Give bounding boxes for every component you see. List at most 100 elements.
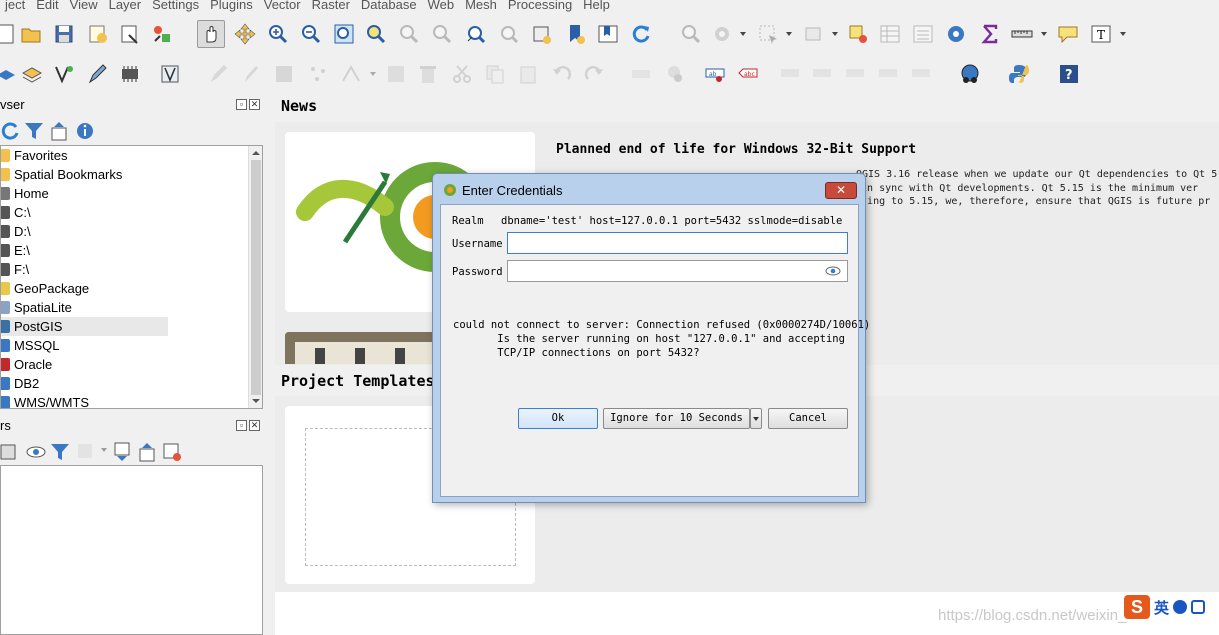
close-panel-icon[interactable]: ✕ (249, 99, 260, 110)
select-features-icon[interactable] (756, 22, 780, 46)
menu-item-processing[interactable]: Processing (503, 0, 578, 14)
ignore-dropdown-button[interactable] (750, 408, 762, 429)
new-map-view-icon[interactable] (530, 22, 554, 46)
show-hide-labels-icon[interactable] (778, 62, 802, 86)
cancel-button[interactable]: Cancel (768, 408, 848, 429)
menu-item-layer[interactable]: Layer (104, 0, 148, 14)
save-edits-icon[interactable] (272, 62, 296, 86)
ignore-button[interactable]: Ignore for 10 Seconds (603, 408, 750, 429)
digitize-toggle-icon[interactable] (158, 62, 182, 86)
browser-item-spatial-bookmarks[interactable]: Spatial Bookmarks (1, 165, 122, 184)
browser-item-spatialite[interactable]: SpatiaLite (1, 298, 72, 317)
undo-icon[interactable] (550, 62, 574, 86)
zoom-out-icon[interactable] (299, 22, 323, 46)
float-panel-icon[interactable]: ▫ (236, 420, 247, 431)
gps-device-icon[interactable] (118, 62, 142, 86)
menu-item-ject[interactable]: ject (0, 0, 31, 14)
add-point-icon[interactable] (306, 62, 330, 86)
browser-item-oracle[interactable]: Oracle (1, 355, 52, 374)
add-vector-layer-icon[interactable] (20, 62, 44, 86)
select-value-dropdown-icon[interactable] (832, 32, 838, 36)
filter-dropdown-icon[interactable] (101, 448, 107, 452)
ime-settings-icon[interactable] (1191, 600, 1206, 614)
menu-item-database[interactable]: Database (356, 0, 423, 14)
style-manager-icon[interactable] (150, 22, 174, 46)
annotation-dropdown-icon[interactable] (1120, 32, 1126, 36)
label-abc-red-icon[interactable]: abc (736, 62, 760, 86)
filter-legend-icon[interactable] (48, 440, 72, 464)
remove-layer-icon[interactable] (160, 440, 184, 464)
dialog-close-button[interactable]: ✕ (825, 182, 857, 199)
measure-dropdown-icon[interactable] (1041, 32, 1047, 36)
open-folder-icon[interactable] (19, 22, 43, 46)
scroll-up-arrow-icon[interactable] (252, 151, 260, 155)
browser-item-postgis[interactable]: PostGIS (1, 317, 168, 336)
scroll-thumb[interactable] (251, 160, 261, 395)
browser-item-favorites[interactable]: Favorites (1, 146, 67, 165)
select-by-value-icon[interactable] (802, 22, 826, 46)
ok-button[interactable]: Ok (518, 408, 598, 429)
pan-hand-icon[interactable] (197, 20, 225, 48)
news-heading[interactable]: Planned end of life for Windows 32-Bit S… (556, 142, 916, 157)
new-shapefile-pen-icon[interactable] (86, 62, 110, 86)
ime-toolbar[interactable]: S 英 (1120, 594, 1210, 620)
actions-dropdown-icon[interactable] (740, 32, 746, 36)
refresh-icon[interactable] (629, 22, 653, 46)
menu-item-settings[interactable]: Settings (147, 0, 205, 14)
move-label-icon[interactable] (810, 62, 834, 86)
vertex-dropdown-icon[interactable] (370, 72, 376, 76)
paste-features-icon[interactable] (516, 62, 540, 86)
browser-scrollbar[interactable] (248, 146, 262, 408)
ime-language[interactable]: 英 (1154, 597, 1169, 618)
sogou-logo-icon[interactable]: S (1124, 595, 1150, 619)
manage-visibility-eye-icon[interactable] (24, 440, 48, 464)
browser-item-e[interactable]: E:\ (1, 241, 30, 260)
print-layout-icon[interactable] (118, 22, 142, 46)
menu-item-edit[interactable]: Edit (31, 0, 64, 14)
close-panel-icon[interactable]: ✕ (249, 420, 260, 431)
layers-tree[interactable] (0, 465, 263, 635)
collapse-all-layers-icon[interactable] (136, 440, 160, 464)
statistics-sigma-icon[interactable] (978, 22, 1002, 46)
deselect-all-icon[interactable] (846, 22, 870, 46)
float-panel-icon[interactable]: ▫ (236, 99, 247, 110)
delete-selected-icon[interactable] (416, 62, 440, 86)
field-calculator-icon[interactable] (911, 22, 935, 46)
copy-features-icon[interactable] (483, 62, 507, 86)
scroll-down-arrow-icon[interactable] (252, 399, 260, 403)
label-tool-icon[interactable] (629, 62, 653, 86)
save-icon[interactable] (52, 22, 76, 46)
save-as-icon[interactable] (86, 22, 110, 46)
show-bookmarks-icon[interactable] (596, 22, 620, 46)
info-icon[interactable] (73, 119, 97, 143)
toggle-editing-icon[interactable] (239, 62, 263, 86)
zoom-native-icon[interactable] (430, 22, 454, 46)
measure-ruler-icon[interactable] (1010, 22, 1034, 46)
zoom-to-layer-icon[interactable] (397, 22, 421, 46)
actions-gear-icon[interactable] (710, 22, 734, 46)
menu-item-web[interactable]: Web (423, 0, 461, 14)
redo-icon[interactable] (582, 62, 606, 86)
menu-item-view[interactable]: View (65, 0, 104, 14)
zoom-full-icon[interactable] (332, 22, 356, 46)
text-annotation-icon[interactable]: T (1089, 22, 1113, 46)
zoom-next-icon[interactable] (497, 22, 521, 46)
username-input[interactable] (507, 232, 848, 254)
menu-item-plugins[interactable]: Plugins (205, 0, 259, 14)
plugins-globe-icon[interactable] (958, 62, 982, 86)
open-layer-styling-icon[interactable] (0, 440, 20, 464)
browser-item-mssql[interactable]: MSSQL (1, 336, 60, 355)
collapse-all-icon[interactable] (48, 119, 72, 143)
pin-label-icon[interactable] (909, 62, 933, 86)
attribute-table-icon[interactable] (878, 22, 902, 46)
python-console-icon[interactable] (1007, 62, 1031, 86)
browser-item-d[interactable]: D:\ (1, 222, 31, 241)
digitize-vertex-icon[interactable] (52, 62, 76, 86)
browser-item-db2[interactable]: DB2 (1, 374, 39, 393)
ime-moon-icon[interactable] (1173, 600, 1188, 614)
pan-to-selection-icon[interactable] (233, 22, 257, 46)
expand-all-icon[interactable] (111, 440, 135, 464)
new-bookmark-icon[interactable] (564, 22, 588, 46)
dialog-titlebar[interactable]: Enter Credentials ✕ (433, 174, 865, 204)
edit-pencil-icon[interactable] (207, 62, 231, 86)
